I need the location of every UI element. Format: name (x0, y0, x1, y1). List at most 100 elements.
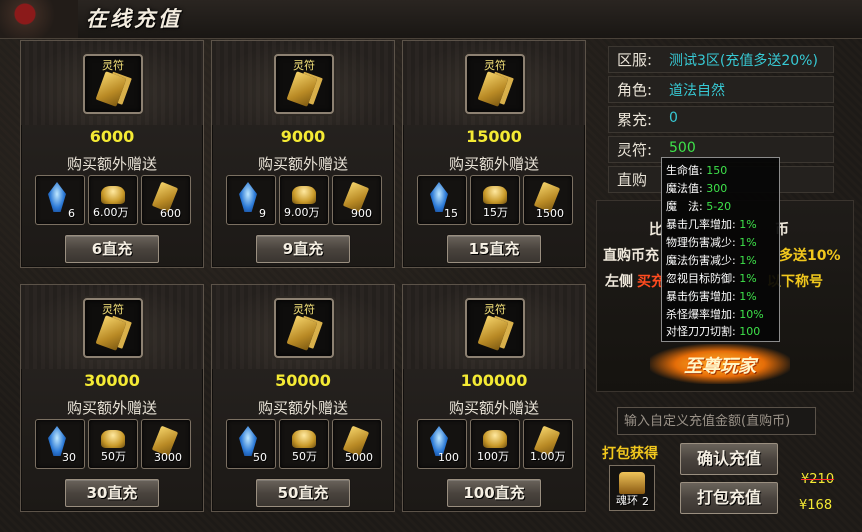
talisman-amount: 6000 (89, 127, 135, 146)
talisman-amount: 30000 (84, 371, 140, 390)
talisman-item-slot[interactable]: 灵符 (83, 298, 143, 358)
talisman-item-slot[interactable]: 灵符 (465, 54, 525, 114)
recharge-card: 灵符 100000 购买额外赠送 100 100万 1.00万 100直充 (402, 284, 586, 512)
card-header-bg: 灵符 (403, 285, 585, 369)
blue-gem-icon (239, 182, 257, 212)
tooltip-row: 杀怪爆率增加: 10% (666, 306, 764, 322)
tooltip-key: 生命值: (666, 164, 703, 177)
reward-gold-slot[interactable]: 9.00万 (279, 175, 329, 225)
buy-button[interactable]: 6直充 (65, 235, 159, 263)
buy-button[interactable]: 9直充 (256, 235, 350, 263)
direct-currency-label: 直购 (617, 171, 648, 189)
role-row: 角色: 道法自然 (608, 76, 834, 103)
bonus-title: 购买额外赠送 (257, 155, 348, 173)
reward-qty: 50万 (101, 450, 126, 463)
total-recharge-value: 0 (669, 110, 678, 126)
tooltip-key: 物理伤害减少: (666, 236, 736, 249)
reward-qty: 5000 (345, 451, 373, 464)
talisman-item-slot[interactable]: 灵符 (83, 54, 143, 114)
role-label: 角色: (617, 81, 653, 99)
tooltip-value: 10% (739, 308, 764, 321)
vip-title-logo: 至尊玩家 (650, 344, 790, 384)
reward-qty: 1500 (536, 207, 564, 220)
tooltip-row: 魔 法: 5-20 (666, 198, 731, 214)
talisman-icon (95, 315, 127, 351)
tooltip-value: 1% (739, 290, 757, 303)
reward-qty: 3000 (154, 451, 182, 464)
tooltip-row: 暴击几率增加: 1% (666, 216, 757, 232)
reward-qty: 9.00万 (284, 206, 320, 219)
promo-line2-a: 直购币充 (603, 248, 659, 264)
confirm-recharge-button[interactable]: 确认充值 (680, 443, 778, 475)
tooltip-row: 物理伤害减少: 1% (666, 234, 757, 250)
pack-reward-item-slot[interactable]: 魂环 2 (609, 465, 655, 511)
card-header-bg: 灵符 (403, 41, 585, 125)
tooltip-key: 魔法值: (666, 182, 703, 195)
talisman-item-slot[interactable]: 灵符 (465, 298, 525, 358)
total-recharge-row: 累充: 0 (608, 106, 834, 133)
bonus-title: 购买额外赠送 (448, 155, 539, 173)
tooltip-value: 1% (739, 236, 757, 249)
tooltip-row: 生命值: 150 (666, 162, 727, 178)
reward-talisman-slot[interactable]: 1500 (523, 175, 573, 225)
reward-talisman-slot[interactable]: 5000 (332, 419, 382, 469)
talisman-slot-label: 灵符 (102, 59, 124, 72)
reward-gold-slot[interactable]: 6.00万 (88, 175, 138, 225)
buy-button[interactable]: 100直充 (447, 479, 541, 507)
role-value: 道法自然 (669, 83, 725, 99)
reward-qty: 30 (62, 451, 76, 464)
buy-button[interactable]: 30直充 (65, 479, 159, 507)
talisman-icon (286, 71, 318, 107)
tooltip-value: 1% (739, 254, 757, 267)
talisman-balance-value: 500 (669, 140, 696, 156)
reward-gem-slot[interactable]: 9 (226, 175, 276, 225)
card-header-bg: 灵符 (21, 41, 203, 125)
recharge-card: 灵符 6000 购买额外赠送 6 6.00万 600 6直充 (20, 40, 204, 268)
reward-qty: 50万 (292, 450, 317, 463)
gold-ingot-icon (101, 430, 125, 448)
tooltip-key: 忽视目标防御: (666, 272, 736, 285)
talisman-slot-label: 灵符 (484, 303, 506, 316)
reward-talisman-slot[interactable]: 3000 (141, 419, 191, 469)
dragon-ornament-icon (0, 0, 78, 38)
vip-title-text: 至尊玩家 (684, 356, 756, 377)
reward-gem-slot[interactable]: 6 (35, 175, 85, 225)
promo-line3-a: 左侧 (605, 274, 633, 290)
bonus-title: 购买额外赠送 (448, 399, 539, 417)
custom-amount-input[interactable] (617, 407, 816, 435)
talisman-slot-label: 灵符 (102, 303, 124, 316)
reward-talisman-slot[interactable]: 600 (141, 175, 191, 225)
reward-qty: 100万 (477, 450, 509, 463)
original-price: ¥210 (801, 472, 835, 487)
reward-gold-slot[interactable]: 15万 (470, 175, 520, 225)
tooltip-key: 魔法伤害减少: (666, 254, 736, 267)
reward-gold-slot[interactable]: 50万 (279, 419, 329, 469)
reward-gold-slot[interactable]: 50万 (88, 419, 138, 469)
reward-talisman-slot[interactable]: 900 (332, 175, 382, 225)
bonus-title: 购买额外赠送 (257, 399, 348, 417)
reward-gem-slot[interactable]: 15 (417, 175, 467, 225)
server-row: 区服: 测试3区(充值多送20%) (608, 46, 834, 73)
pack-recharge-button[interactable]: 打包充值 (680, 482, 778, 514)
talisman-item-slot[interactable]: 灵符 (274, 54, 334, 114)
blue-gem-icon (48, 182, 66, 212)
reward-talisman-slot[interactable]: 1.00万 (523, 419, 573, 469)
reward-gold-slot[interactable]: 100万 (470, 419, 520, 469)
reward-qty: 15万 (483, 206, 508, 219)
talisman-item-slot[interactable]: 灵符 (274, 298, 334, 358)
reward-gem-slot[interactable]: 30 (35, 419, 85, 469)
card-header-bg: 灵符 (21, 285, 203, 369)
reward-qty: 1.00万 (530, 450, 566, 463)
buy-button[interactable]: 15直充 (447, 235, 541, 263)
tooltip-value: 300 (706, 182, 728, 195)
reward-qty: 15 (444, 207, 458, 220)
reward-gem-slot[interactable]: 100 (417, 419, 467, 469)
buy-button[interactable]: 50直充 (256, 479, 350, 507)
reward-qty: 50 (253, 451, 267, 464)
gold-ingot-icon (483, 430, 507, 448)
talisman-amount: 15000 (466, 127, 522, 146)
tooltip-value: 5-20 (706, 200, 732, 213)
talisman-slot-label: 灵符 (293, 59, 315, 72)
reward-gem-slot[interactable]: 50 (226, 419, 276, 469)
recharge-card: 灵符 9000 购买额外赠送 9 9.00万 900 9直充 (211, 40, 395, 268)
